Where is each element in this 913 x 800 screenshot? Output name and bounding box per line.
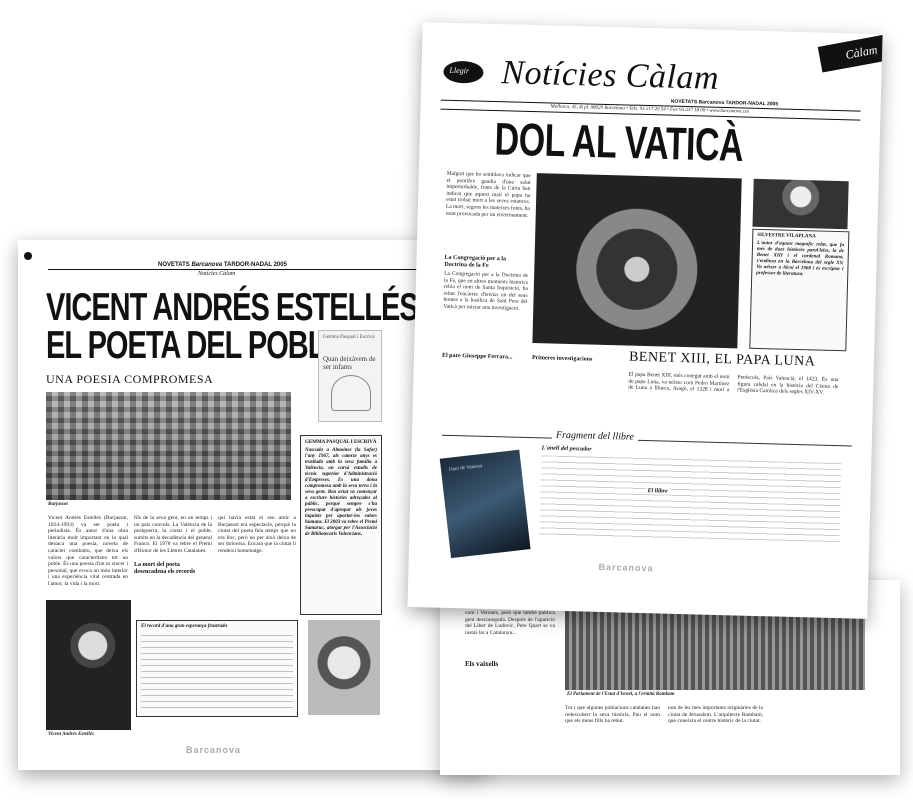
fragment-title: Fragment del llibre [551,429,639,443]
author-sidebar-front: SILVESTRE VILAPLANA L'autor d'aquest mag… [749,228,850,352]
section-head-investigations: Primeres investigacions [531,355,593,363]
front-newspaper-page: Càlam Llegir Notícies Càlam NOVETATS Bar… [407,22,883,619]
llegir-logo: Llegir [443,60,484,84]
header-novetats: NOVETATS [158,262,190,268]
pentagram-photo [532,173,742,349]
fragment-subhead-2: El llibre [645,488,670,495]
sidebar-author-name: SILVESTRE VILAPLANA [757,232,816,240]
city-photo-caption: Burjassot [48,502,68,507]
small-logo-icon [24,252,32,260]
section-head-congregation: La Congregació per a la Doctrina de la F… [444,254,507,269]
llegir-logo-text: Llegir [449,65,470,76]
author-sidebar: GEMMA PASQUAL I ESCRIVÀ Nascuda a Almoin… [300,435,382,615]
book-cover-sketch [331,375,371,411]
header-rule [48,269,478,270]
lead-text: Malgrat que ho semblava indicar que el p… [445,170,531,219]
fragment-text-lines [539,455,842,544]
section-text-congregation: La Congregació per a la Doctrina de la F… [443,270,529,312]
book-cover-front: Diari de Vanessa [439,449,531,559]
front-headline: DOL AL VATICÀ [494,114,744,172]
book-cover-title: Quan deixàvem de ser infants [323,355,376,371]
book-cover: Gemma Pasqual i Escrivà Quan deixàvem de… [318,330,382,422]
second-headline: BENET XIII, EL PAPA LUNA [628,349,816,370]
book-cover-author: Gemma Pasqual i Escrivà [323,335,375,340]
section-head-death: La mort del poeta desencadena els record… [134,562,196,575]
sidebar-author-bio: L'autor d'aquest magnífic relat, que fa … [756,240,845,278]
masthead: Notícies Càlam [500,54,720,97]
kicker: Notícies Càlam [198,271,236,277]
header-season: TARDOR-NADAL 2005 [223,262,287,268]
spread-column-3: non de les més importants originàries de… [668,705,763,725]
subtitle: UNA POESIA COMPROMESA [46,372,214,386]
quote-box-lines [141,635,293,712]
fragment-subhead-1: L'anell del pescador [541,445,592,453]
body-column-2: fils de la seva gent, en un temps i un p… [134,515,212,554]
corner-tag: Càlam [817,34,883,73]
parliament-photo-caption: El Parlament de l'Estat d'Israel, a l'er… [567,692,675,697]
quote-box-title: El record d'una gran esperança frustrada [141,624,227,629]
quote-box: El record d'una gran esperança frustrada [136,620,298,717]
poet-portrait-photo [46,600,131,730]
spread-section-head: Els vaixells [465,660,499,668]
author-photo [752,178,849,230]
front-footer-brand: Barcanova [598,561,654,574]
back-footer-brand: Barcanova [186,745,242,755]
back-header-line: NOVETATS Barcanova TARDOR-NADAL 2005 [158,262,287,269]
headline-line-2: EL POETA DEL POBLE [46,324,344,368]
poet-photo-caption: Vicent Andrés Estellés [48,732,94,737]
corner-tag-label: Càlam [844,42,879,62]
book-cover-front-title: Diari de Vanessa [448,463,483,473]
spread-column-1: com i Veronès, però que també publica ge… [465,610,555,636]
header-brand: Barcanova [191,262,223,268]
sidebar-text: Nascuda a Almoines (la Safor) l'any 1967… [305,448,377,537]
section-head-ferrara: El pare Giuseppe Ferrara... [441,352,513,361]
fragment-rule [441,434,852,447]
second-article-text: El papa Benet XIII, més conegut amb el n… [628,371,839,396]
sidebar-name: GEMMA PASQUAL I ESCRIVÀ [305,440,377,445]
body-column-3: qui havia estat el seu amic a Burjassot … [218,515,296,554]
spread-column-2: Tot i que algunes poblacions catalanes h… [565,705,660,725]
city-photo [46,392,291,500]
body-column-1: Vicent Andrés Estellés (Burjassot, 1924-… [48,515,128,587]
author-portrait-photo [308,620,380,715]
